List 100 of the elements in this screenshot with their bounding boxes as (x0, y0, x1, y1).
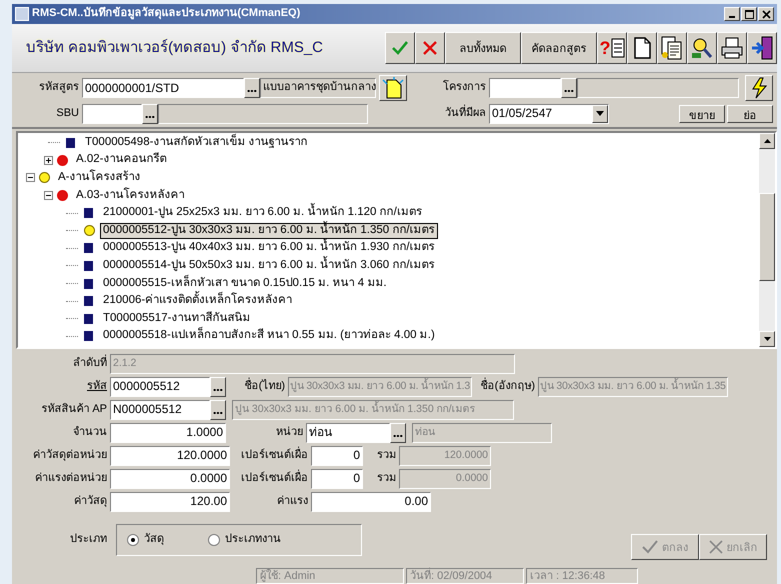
square-icon (84, 278, 93, 289)
tree-item[interactable]: 0000005518-แปเหล็กอาบสังกะสี หนา 0.55 มม. (ยาวท่อละ 4.00 ม.) (100, 328, 438, 344)
x-icon (708, 540, 722, 554)
tree-item[interactable]: 0000005515-เหล็กหัวเสา ขนาด 0.15ป0.15 ม. หนา 4 มม. (100, 276, 390, 292)
field-label: ชื่อ(อังกฤษ) (480, 380, 536, 394)
print-button[interactable] (717, 32, 747, 64)
field-label: โครงการ (442, 81, 487, 95)
new-document-button[interactable] (627, 32, 657, 64)
status-text: วันที่: 02/09/2004 (406, 568, 524, 584)
tree-item[interactable]: 21000001-ปูน 25x25x3 มม. ยาว 6.00 ม. น้ำหนัก 1.120 กก/เมตร (100, 205, 425, 222)
browse-button[interactable] (210, 400, 226, 420)
thai-name-field: ปูน 30x30x3 มม. ยาว 6.00 ม. น้ำหนัก 1.3 (288, 376, 472, 396)
tree-item[interactable]: 0000005514-ปูน 50x50x3 มม. ยาว 6.00 ม. น้ำหนัก 3.060 กก/เมตร (100, 258, 438, 274)
browse-button[interactable] (142, 104, 158, 124)
field-label: ค่าแรง (276, 494, 309, 508)
company-name: บริษัท คอมพิวเพาเวอร์(ทดสอบ) จำกัด RMS_C (25, 39, 323, 57)
status-text: ผู้ใช้: Admin (256, 568, 404, 584)
tree-item[interactable]: A.03-งานโครงหลังคา (73, 188, 188, 204)
square-icon (84, 314, 93, 324)
browse-button[interactable] (390, 422, 406, 442)
ap-name-field: ปูน 30x30x3 มม. ยาว 6.00 ม. น้ำหนัก 1.350 กก/เมตร (232, 400, 514, 420)
sbu-field[interactable] (82, 104, 142, 124)
quantity-field[interactable]: 1.0000 (110, 422, 226, 442)
tree-item[interactable]: T000005517-งานทาสีกันสนิม (100, 310, 254, 327)
labor-cost-field[interactable]: 0.00 (311, 492, 431, 512)
total-field: 120.0000 (399, 446, 491, 466)
new-document-button[interactable] (379, 75, 407, 101)
documents-icon (661, 36, 683, 60)
check-icon (391, 40, 409, 56)
browse-button[interactable] (210, 376, 226, 396)
collapse-icon[interactable] (26, 173, 35, 182)
formula-code-field[interactable]: 0000000001/STD (82, 78, 244, 98)
square-icon (84, 243, 93, 254)
maximize-button[interactable] (741, 7, 757, 21)
status-text: เวลา : 12:36:48 (526, 568, 638, 584)
browse-button[interactable] (244, 78, 260, 98)
lightning-button[interactable] (745, 75, 773, 101)
field-label: SBU (55, 106, 80, 120)
collapse-icon[interactable] (44, 191, 53, 200)
circle-icon (39, 172, 50, 184)
app-icon (15, 7, 29, 21)
toolbar-button[interactable]: ลบทั้งหมด (445, 32, 521, 64)
search-button[interactable] (687, 32, 717, 64)
circle-icon (84, 225, 95, 236)
report-button[interactable] (657, 32, 687, 64)
type-radio[interactable]: ประเภทงาน (208, 533, 281, 547)
printer-icon (721, 37, 743, 59)
confirm-button[interactable] (385, 32, 415, 64)
document-icon (610, 38, 624, 58)
field-label: รวม (376, 472, 397, 486)
scroll-bar[interactable] (759, 133, 775, 347)
document-icon (633, 37, 651, 59)
close-button[interactable] (758, 7, 774, 21)
document-icon (382, 77, 404, 99)
project-field[interactable] (489, 78, 561, 98)
code-field[interactable]: 0000005512 (110, 376, 210, 396)
toolbar-button[interactable]: คัดลอกสูตร (521, 32, 597, 64)
browse-button[interactable] (561, 78, 577, 98)
field-label: วันที่มีผล (444, 106, 487, 120)
check-icon (642, 540, 658, 554)
collapse-button[interactable]: ย่อ (727, 104, 773, 122)
expand-button[interactable]: ขยาย (679, 104, 725, 122)
field-label: รหัส (86, 380, 108, 394)
square-icon (84, 296, 93, 306)
tree-item[interactable]: 210006-ค่าแรงติดตั้งเหล็กโครงหลังคา (100, 293, 296, 310)
percent-field[interactable]: 0 (311, 446, 363, 466)
up-arrow-icon (764, 139, 770, 143)
material-cost-field[interactable]: 120.00 (110, 492, 230, 512)
ap-code-field[interactable]: N000005512 (110, 400, 210, 420)
tree-item[interactable]: A.02-งานคอนกรีต (73, 152, 170, 168)
expand-icon[interactable] (44, 156, 53, 165)
percent-field[interactable]: 0 (311, 468, 363, 488)
type-radio[interactable]: วัสดุ (127, 533, 164, 547)
material-price-field[interactable]: 120.0000 (110, 446, 230, 466)
tree-item[interactable]: 0000005512-ปูน 30x30x3 มม. ยาว 6.00 ม. น้ำหนัก 1.350 กก/เมตร (100, 222, 438, 239)
field-label: รหัสสูตร (38, 81, 80, 95)
square-icon (84, 208, 93, 218)
tree-item[interactable]: 0000005513-ปูน 40x40x3 มม. ยาว 6.00 ม. น้ำหนัก 1.930 กก/เมตร (100, 240, 438, 256)
field-label: เปอร์เซนต์เผื่อ (240, 448, 309, 462)
field-label: จำนวน (72, 426, 108, 440)
circle-icon (57, 190, 68, 202)
lightning-icon (751, 77, 767, 99)
square-icon (84, 331, 93, 342)
circle-icon (57, 154, 68, 166)
caret-icon (596, 111, 604, 116)
unit-field[interactable]: ท่อน (306, 422, 390, 442)
magnifier-icon (691, 37, 713, 59)
minimize-button[interactable] (724, 7, 740, 21)
window-title: RMS-CM..บันทึกข้อมูลวัสดุและประเภทงาน(CMmanEQ) (32, 7, 300, 21)
field-label: ประเภท (69, 533, 108, 547)
square-icon (66, 138, 75, 148)
field-label: รหัสสินค้า AP (40, 402, 108, 416)
labor-price-field[interactable]: 0.0000 (110, 468, 230, 488)
tree-item[interactable]: A-งานโครงสร้าง (55, 170, 144, 186)
tree-item[interactable]: T000005498-งานสกัดหัวเสาเข็ม งานฐานราก (82, 134, 311, 151)
date-dropdown[interactable]: 01/05/2547 (489, 104, 609, 124)
cancel-button[interactable] (415, 32, 445, 64)
exit-button[interactable] (747, 32, 777, 64)
square-icon (84, 260, 93, 271)
field-label: รวม (376, 448, 397, 462)
